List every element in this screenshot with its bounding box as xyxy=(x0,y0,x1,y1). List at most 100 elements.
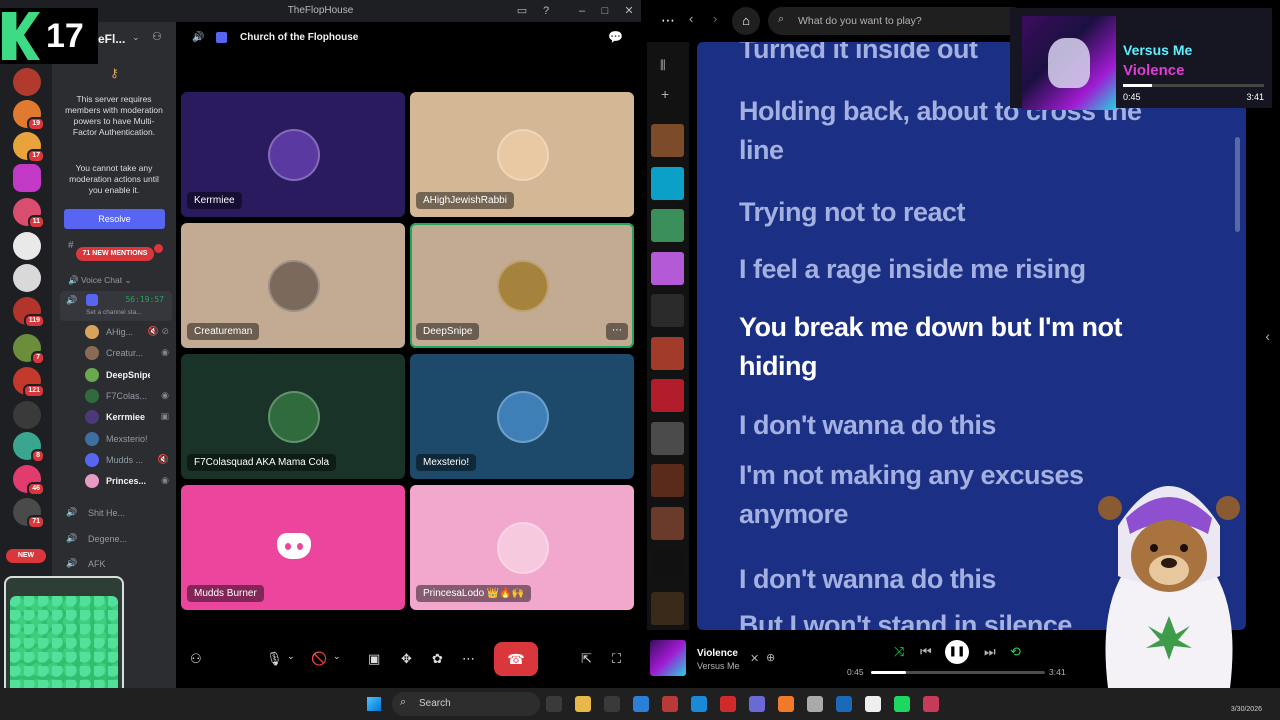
popout-icon[interactable]: ⇱ xyxy=(581,651,592,667)
library-item[interactable] xyxy=(651,166,684,200)
video-tile[interactable]: AHighJewishRabbi xyxy=(410,92,634,217)
video-tile[interactable]: Mudds Burner xyxy=(181,485,405,610)
more-options-icon[interactable]: ⋯ xyxy=(462,651,475,667)
taskbar-search[interactable]: Search xyxy=(392,692,540,716)
library-icon[interactable]: ⫼ xyxy=(660,58,666,73)
video-tile[interactable]: F7Colasquad AKA Mama Cola xyxy=(181,354,405,479)
server-icon[interactable]: 71 xyxy=(13,498,45,529)
voice-member[interactable]: AHig... 🔇 ⊘ xyxy=(85,324,169,340)
server-icon[interactable]: 19 xyxy=(13,100,45,131)
help-icon[interactable]: ? xyxy=(538,3,554,19)
channel-status-input[interactable]: Set a channel sta... xyxy=(86,309,142,316)
voice-member[interactable]: Creatur... ◉ xyxy=(85,345,169,361)
forward-icon[interactable]: › xyxy=(713,11,717,26)
chevron-left-icon[interactable]: ‹ xyxy=(1265,328,1270,344)
server-icon[interactable]: 119 xyxy=(13,297,45,328)
voice-channel[interactable]: 🔊 Shit He... xyxy=(66,506,170,522)
taskbar-app-icon[interactable] xyxy=(546,696,562,712)
lyrics-scrollbar[interactable] xyxy=(1235,137,1240,232)
add-member-icon[interactable]: ⚇ xyxy=(152,30,162,43)
shuffle-icon[interactable]: ⤨ xyxy=(894,644,904,660)
library-item[interactable] xyxy=(651,464,684,497)
taskbar-app-icon[interactable] xyxy=(604,696,620,712)
video-tile[interactable]: PrincesaLodo 👑🔥🙌 xyxy=(410,485,634,610)
repeat-icon[interactable]: ⟲ xyxy=(1010,644,1021,660)
chevron-down-icon[interactable]: ⌄ xyxy=(132,32,140,43)
inbox-icon[interactable]: ▭ xyxy=(514,3,530,19)
album-art[interactable] xyxy=(650,640,686,676)
taskbar-app-icon[interactable] xyxy=(807,696,823,712)
microphone-icon[interactable]: 🎙 xyxy=(266,651,283,667)
invite-icon[interactable]: ⚇ xyxy=(190,651,202,667)
lyric-line[interactable]: Trying not to react xyxy=(739,193,1159,232)
server-icon[interactable]: 8 xyxy=(13,432,45,463)
voice-member[interactable]: Kerrmiee ▣ xyxy=(85,409,169,425)
library-item[interactable] xyxy=(651,379,684,412)
close-button[interactable]: ✕ xyxy=(621,3,637,19)
server-icon[interactable]: 46 xyxy=(13,465,45,496)
chevron-down-icon[interactable]: ⌄ xyxy=(333,651,341,662)
taskbar-app-icon[interactable] xyxy=(894,696,910,712)
library-item[interactable] xyxy=(651,209,684,242)
library-item[interactable] xyxy=(651,421,684,455)
new-mentions-badge[interactable]: 71 NEW MENTIONS xyxy=(76,247,154,261)
fullscreen-icon[interactable]: ⛶ xyxy=(612,651,621,667)
lyric-line[interactable]: I feel a rage inside me rising xyxy=(739,250,1159,289)
resolve-button[interactable]: Resolve xyxy=(64,209,165,229)
back-icon[interactable]: ‹ xyxy=(689,11,693,26)
voice-channel[interactable]: 🔊 Degene... xyxy=(66,532,170,548)
voice-chat-category[interactable]: 🔊 Voice Chat ⌄ xyxy=(68,275,132,286)
video-tile[interactable]: Kerrmiee xyxy=(181,92,405,217)
voice-channel[interactable]: 🔊 AFK xyxy=(66,557,170,573)
library-item[interactable] xyxy=(651,591,684,625)
disconnect-button[interactable]: ☎ xyxy=(494,642,538,676)
server-icon[interactable] xyxy=(13,401,41,429)
library-item[interactable] xyxy=(651,124,684,157)
taskbar-app-icon[interactable] xyxy=(749,696,765,712)
soundboard-icon[interactable]: ✿ xyxy=(432,651,443,667)
taskbar-app-icon[interactable] xyxy=(662,696,678,712)
previous-icon[interactable]: ⏮ xyxy=(920,644,932,660)
voice-member[interactable]: Mexsterio! xyxy=(85,431,169,447)
chevron-down-icon[interactable]: ⌄ xyxy=(287,651,295,662)
close-icon[interactable]: ✕ xyxy=(750,652,759,665)
add-icon[interactable]: + xyxy=(661,86,669,102)
maximize-button[interactable]: □ xyxy=(597,3,613,19)
track-title[interactable]: Violence xyxy=(697,648,738,659)
voice-member[interactable]: Mudds ... 🔇 xyxy=(85,452,169,468)
taskbar-app-icon[interactable] xyxy=(575,696,591,712)
taskbar-app-icon[interactable] xyxy=(691,696,707,712)
taskbar-app-icon[interactable] xyxy=(923,696,939,712)
screen-share-icon[interactable]: ▣ xyxy=(368,651,380,667)
library-item[interactable] xyxy=(651,549,684,582)
video-tile[interactable]: Creatureman xyxy=(181,223,405,348)
server-icon[interactable]: 121 xyxy=(13,367,45,398)
menu-dots-icon[interactable]: ⋯ xyxy=(661,12,675,29)
voice-member[interactable]: F7Colas... ◉ xyxy=(85,388,169,404)
video-tile[interactable]: Mexsterio! xyxy=(410,354,634,479)
home-icon[interactable]: ⌂ xyxy=(732,7,760,35)
more-options-icon[interactable]: ⋯ xyxy=(606,323,628,340)
activities-icon[interactable]: ✥ xyxy=(401,651,412,667)
progress-bar[interactable] xyxy=(871,671,1045,674)
minimize-button[interactable]: – xyxy=(574,3,590,19)
server-icon[interactable] xyxy=(13,264,41,292)
active-voice-channel[interactable]: 🔊 56:19:57 Set a channel sta... xyxy=(60,291,172,321)
add-to-library-icon[interactable]: ⊕ xyxy=(766,651,775,664)
voice-member[interactable]: DeepSnipe xyxy=(85,367,169,383)
taskbar-app-icon[interactable] xyxy=(865,696,881,712)
taskbar-app-icon[interactable] xyxy=(836,696,852,712)
search-input[interactable]: What do you want to play? xyxy=(768,7,1026,35)
track-artist[interactable]: Versus Me xyxy=(697,661,740,671)
server-icon[interactable]: 7 xyxy=(13,334,45,365)
video-tile[interactable]: DeepSnipe ⋯ xyxy=(410,223,634,348)
voice-member[interactable]: Princes... ◉ xyxy=(85,473,169,489)
server-name[interactable]: eFl... xyxy=(98,32,125,46)
taskbar-app-icon[interactable] xyxy=(633,696,649,712)
library-item[interactable] xyxy=(651,336,684,370)
lyric-line[interactable]: You break me down but I'm not hiding xyxy=(739,308,1159,386)
library-item[interactable] xyxy=(651,506,684,540)
server-icon[interactable] xyxy=(13,232,41,260)
start-icon[interactable] xyxy=(367,697,381,711)
taskbar-app-icon[interactable] xyxy=(720,696,736,712)
